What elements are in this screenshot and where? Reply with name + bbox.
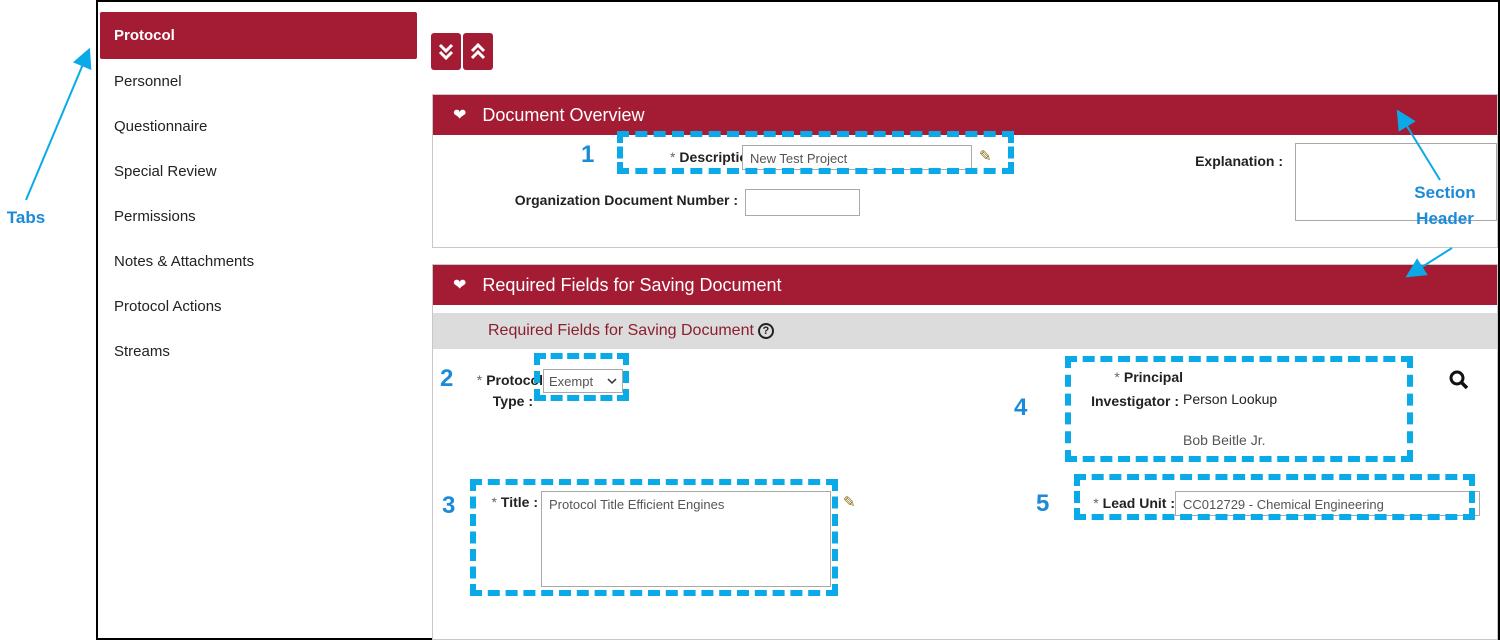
section-header-arrow-1: [1396, 109, 1441, 181]
tabs-arrow: [25, 47, 92, 201]
annotation-arrows: [25, 47, 1453, 278]
section-header-arrow-2: [1405, 247, 1453, 278]
